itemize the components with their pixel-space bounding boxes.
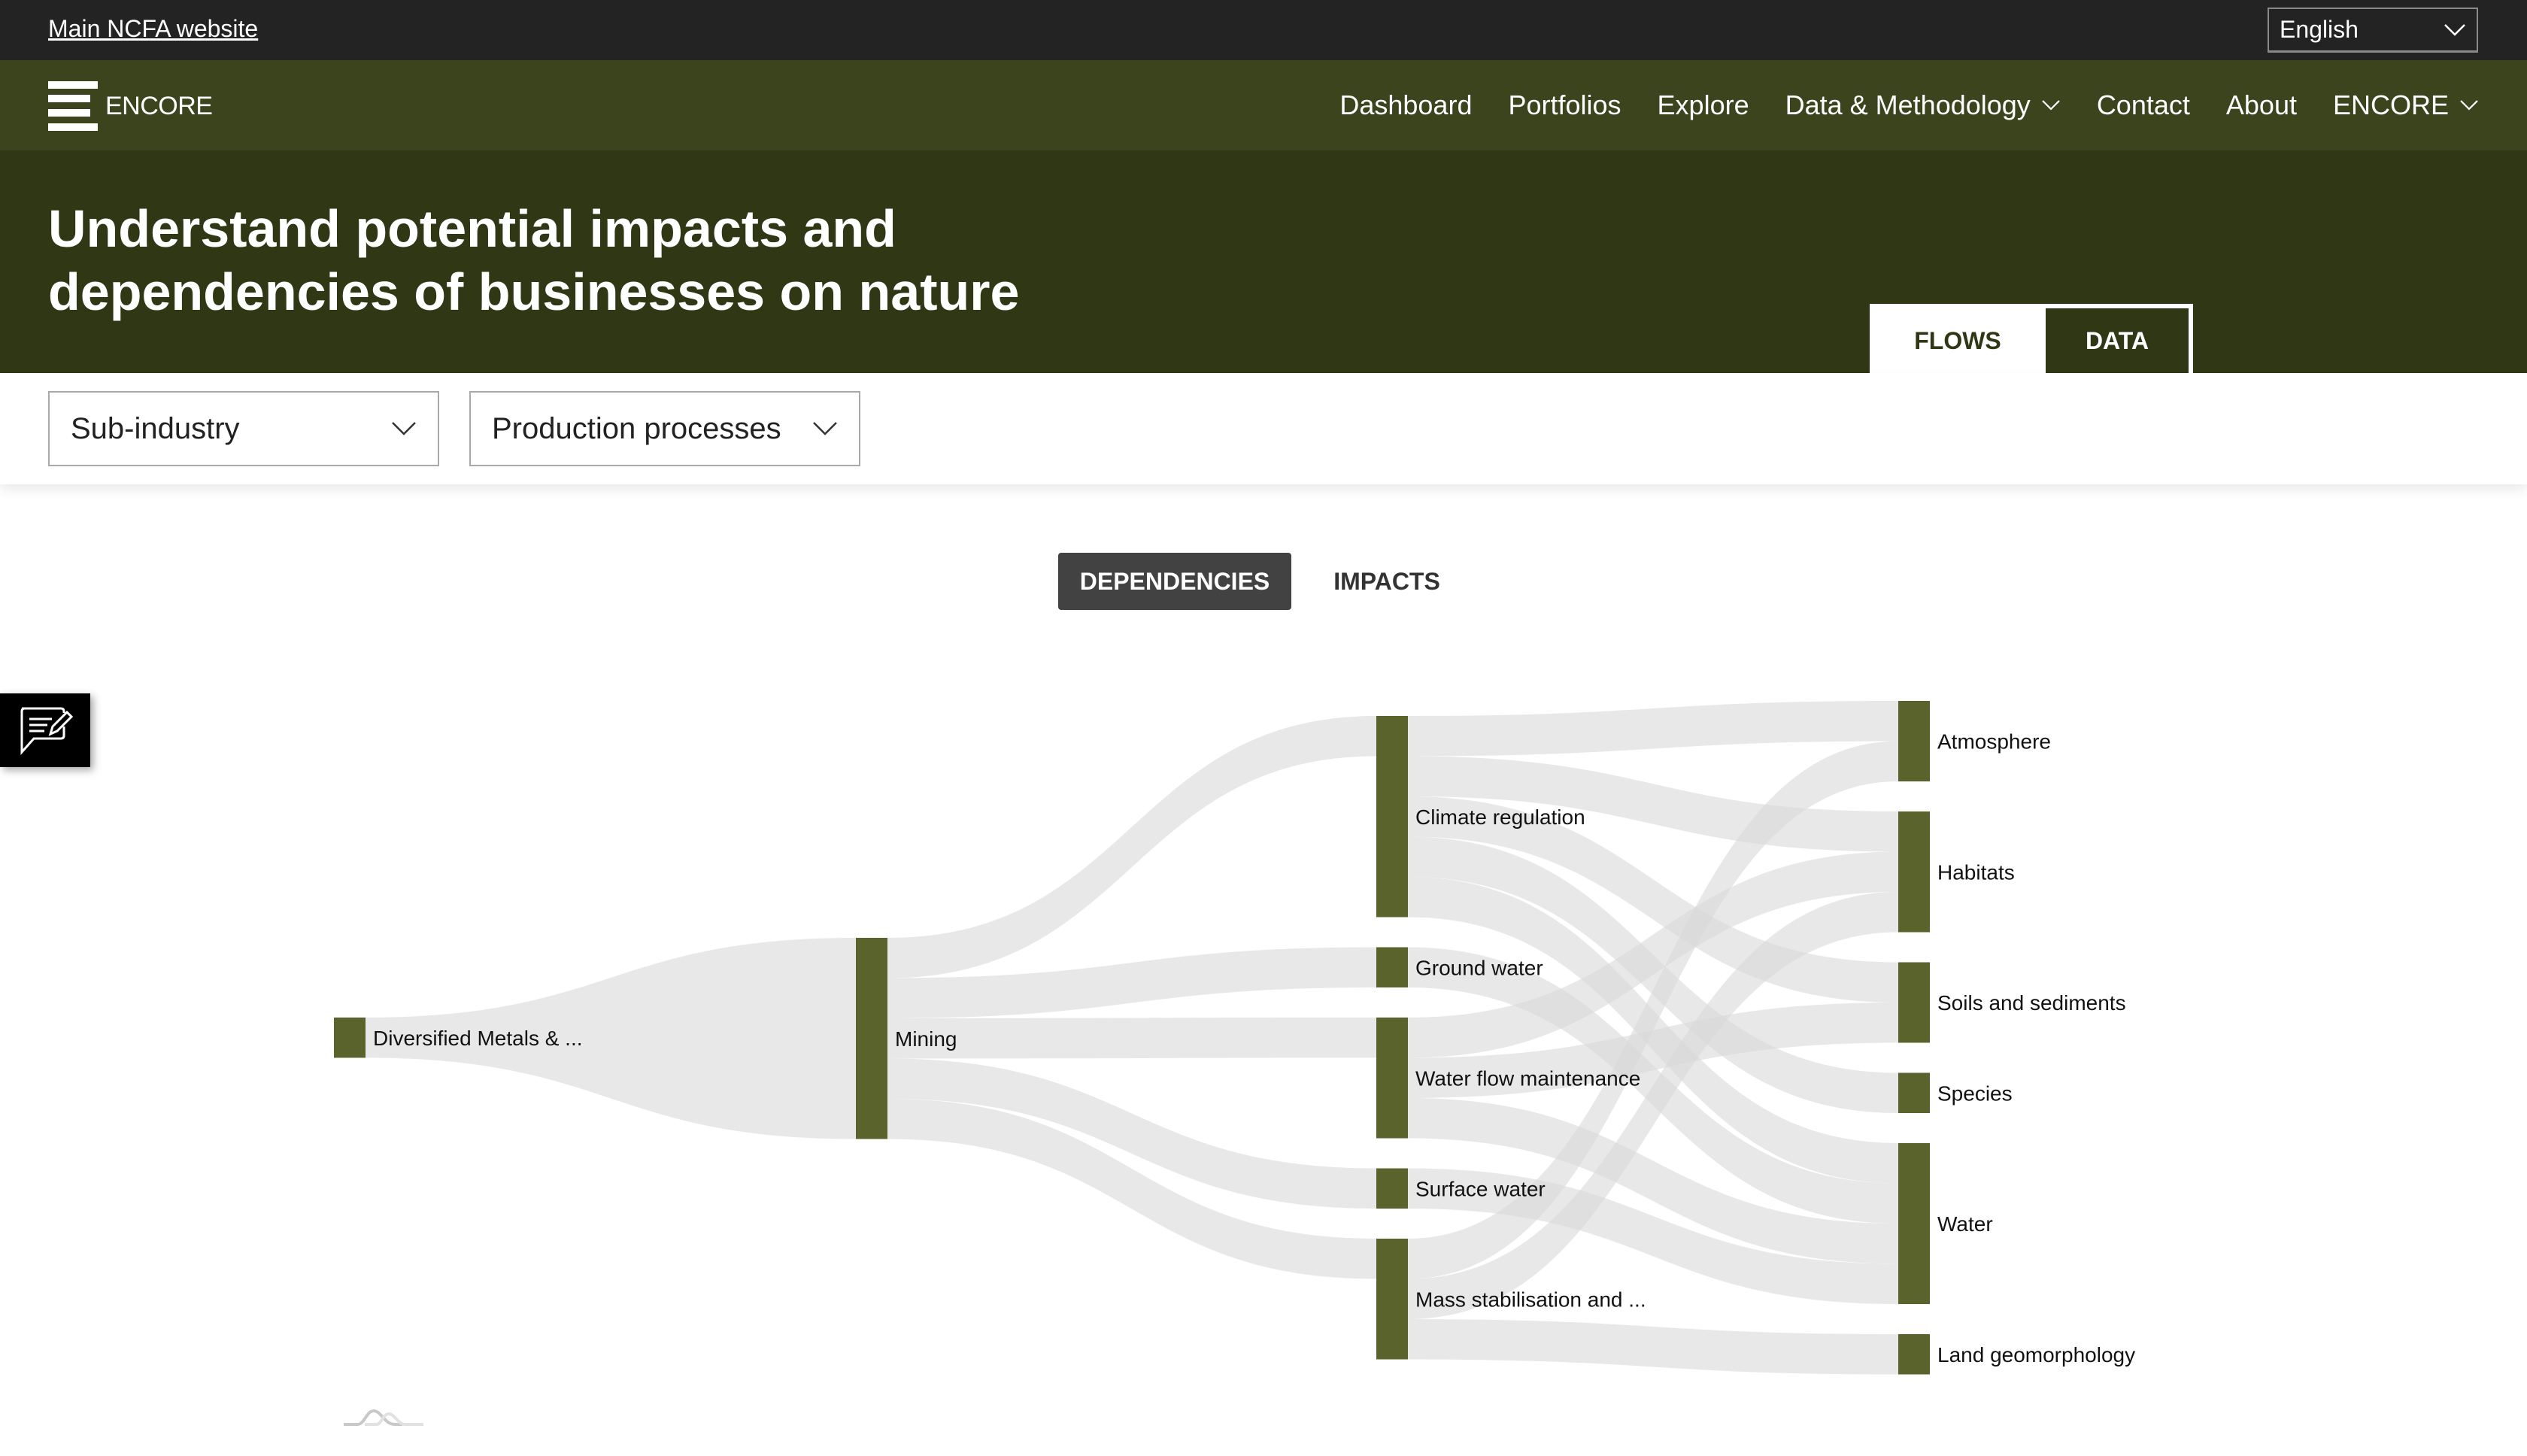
chevron-down-icon [392,422,416,435]
sankey-node[interactable] [1898,1334,1930,1375]
sankey-node-label: Habitats [1937,860,2015,884]
main-navbar: ENCORE Dashboard Portfolios Explore Data & … [0,60,2527,150]
sankey-link[interactable] [887,1018,1376,1059]
logo-mark-icon [48,81,98,131]
sankey-node[interactable] [334,1018,366,1058]
dependencies-button[interactable]: DEPENDENCIES [1058,553,1291,610]
main-ncfa-website-link[interactable]: Main NCFA website [48,15,258,43]
nav-item-label: Contact [2096,89,2190,120]
sankey-node[interactable] [1376,1168,1408,1209]
nav-item-encore[interactable]: ENCORE [2333,89,2479,121]
chevron-down-icon [813,422,837,435]
sankey-node[interactable] [1376,1018,1408,1139]
filter-bar: Sub-industry Production processes [0,373,2527,484]
sankey-chart: Diversified Metals & ... Mining Climate re… [334,701,2135,1375]
tab-flows[interactable]: FLOWS [1872,306,2043,375]
sankey-node[interactable] [1898,811,1930,933]
dependencies-impacts-toggle: DEPENDENCIES IMPACTS [1058,553,1482,610]
sankey-node-label: Ground water [1415,956,1543,979]
sub-industry-select[interactable]: Sub-industry [48,391,439,466]
sankey-node-label: Water flow maintenance [1415,1066,1640,1090]
sankey-node-label: Species [1937,1081,2013,1105]
loading-waves-icon [344,1409,423,1426]
encore-logo[interactable]: ENCORE [48,81,213,131]
tab-data[interactable]: DATA [2043,306,2191,375]
nav-menu: Dashboard Portfolios Explore Data & Methodo… [1339,60,2479,150]
page-title: Understand potential impacts and depende… [48,199,1020,321]
hero-banner: Understand potential impacts and depende… [0,150,2527,375]
nav-item-data-methodology[interactable]: Data & Methodology [1785,89,2061,121]
sankey-node[interactable] [1898,701,1930,781]
chevron-down-icon [2444,23,2465,36]
sankey-link[interactable] [1408,701,1898,757]
nav-item-portfolios[interactable]: Portfolios [1508,89,1621,121]
nav-item-label: Portfolios [1508,89,1621,120]
sankey-node-label: Surface water [1415,1177,1546,1200]
nav-item-explore[interactable]: Explore [1658,89,1749,121]
sankey-node-label: Atmosphere [1937,730,2051,754]
sankey-link[interactable] [887,716,1376,978]
logo-text: ENCORE [105,91,213,120]
top-bar: Main NCFA website English [0,0,2527,60]
sankey-node[interactable] [1898,962,1930,1043]
sub-industry-select-label: Sub-industry [71,411,240,445]
sankey-node-label: Climate regulation [1415,805,1585,829]
sankey-node[interactable] [1376,1239,1408,1360]
chevron-down-icon [2460,100,2478,111]
sankey-node-label: Land geomorphology [1937,1343,2135,1367]
sankey-node-label: Soils and sediments [1937,991,2126,1015]
nav-item-dashboard[interactable]: Dashboard [1339,89,1472,121]
nav-item-label: Data & Methodology [1785,89,2031,120]
sankey-node[interactable] [856,938,887,1139]
sankey-links [366,701,1898,1375]
sankey-node[interactable] [1898,1143,1930,1304]
nav-item-about[interactable]: About [2226,89,2297,121]
sankey-node-label: Water [1937,1212,1993,1236]
sankey-node-label: Mining [895,1027,957,1051]
chevron-down-icon [2042,100,2060,111]
nav-item-label: Explore [1657,89,1749,120]
language-select-value: English [2280,16,2359,43]
impacts-button[interactable]: IMPACTS [1291,553,1482,610]
sankey-node-label: Mass stabilisation and ... [1415,1288,1646,1311]
nav-item-label: ENCORE [2332,89,2449,120]
language-select[interactable]: English [2268,8,2478,53]
production-processes-select[interactable]: Production processes [469,391,860,466]
nav-item-label: Dashboard [1339,89,1473,120]
nav-item-label: About [2225,89,2297,120]
sankey-node-label: Diversified Metals & ... [373,1027,583,1050]
sankey-node[interactable] [1898,1072,1930,1114]
view-tabs: FLOWS DATA [1870,304,2193,375]
production-processes-select-label: Production processes [492,411,781,445]
sankey-link[interactable] [1408,1319,1898,1375]
nav-item-contact[interactable]: Contact [2097,89,2190,121]
sankey-node[interactable] [1376,947,1408,988]
sankey-node[interactable] [1376,716,1408,918]
